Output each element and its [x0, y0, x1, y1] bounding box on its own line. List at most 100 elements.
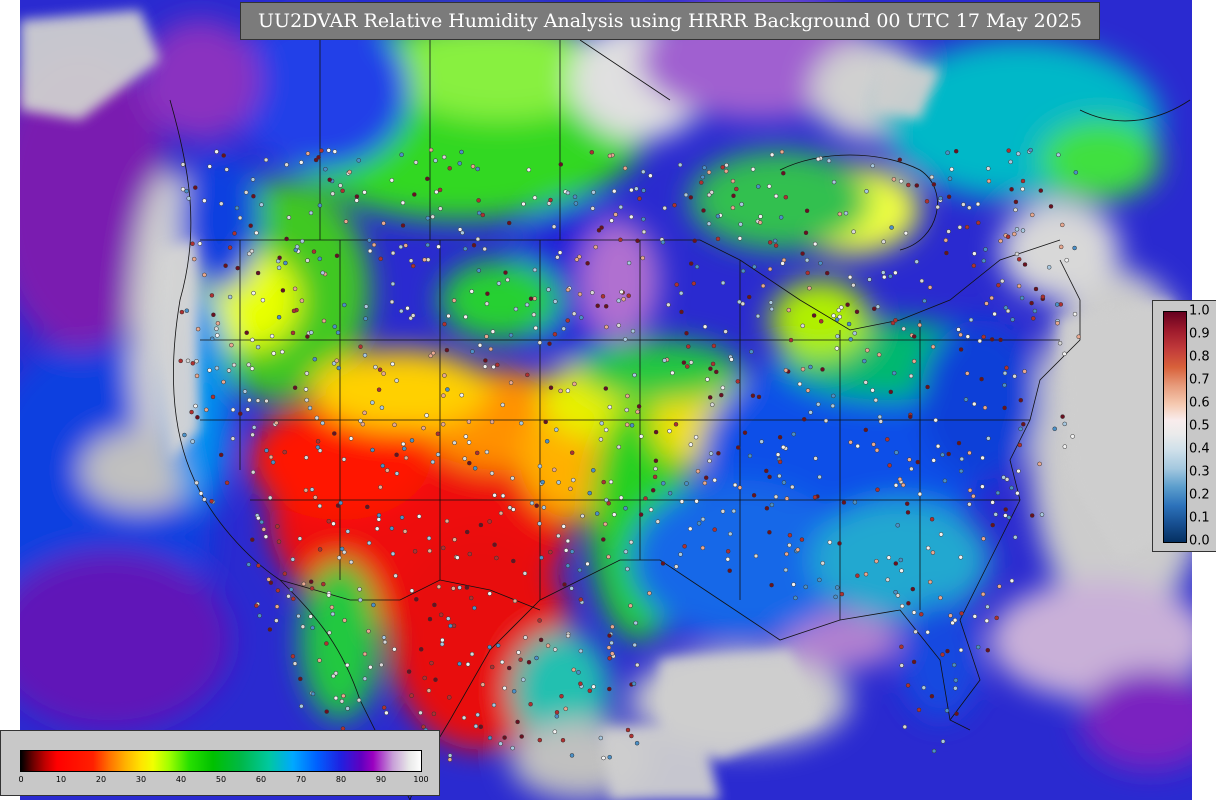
station-tick-label: 0.1	[1189, 510, 1210, 526]
station-dot	[756, 394, 762, 400]
station-dot	[442, 321, 447, 327]
station-dot	[716, 451, 721, 456]
station-dot	[897, 157, 903, 163]
station-dot	[635, 662, 640, 668]
station-dot	[502, 735, 507, 740]
station-dot	[376, 517, 382, 522]
station-dot	[334, 253, 340, 259]
station-dot	[593, 244, 598, 250]
station-dot	[870, 163, 875, 169]
station-dot	[1070, 434, 1075, 439]
station-dot	[226, 368, 232, 373]
station-dot	[445, 387, 450, 392]
station-dot	[899, 644, 904, 650]
station-dot	[251, 193, 256, 199]
station-dot	[492, 542, 497, 547]
station-dot	[679, 499, 685, 504]
station-dot	[250, 337, 255, 343]
station-dot	[348, 559, 354, 565]
station-tick-label: 0.6	[1189, 395, 1210, 411]
station-dot	[231, 362, 237, 368]
station-dot	[317, 256, 323, 262]
station-dot	[609, 640, 614, 646]
station-dot	[1019, 295, 1025, 301]
station-dot	[619, 289, 624, 295]
station-dot	[234, 205, 240, 211]
station-dot	[723, 168, 729, 174]
station-dot	[696, 521, 702, 526]
station-dot	[662, 205, 667, 211]
station-dot	[463, 314, 468, 320]
station-dot	[247, 397, 252, 403]
station-dot	[959, 456, 965, 462]
station-dot	[607, 153, 613, 159]
station-dot	[255, 344, 261, 350]
station-dot	[1005, 234, 1011, 240]
station-dot	[790, 484, 795, 490]
station-dot	[731, 193, 736, 199]
station-dot	[461, 715, 467, 721]
station-dot	[591, 190, 596, 195]
station-dot	[598, 437, 604, 442]
station-dot	[837, 211, 843, 217]
station-dot	[466, 440, 472, 445]
station-dot	[327, 177, 332, 183]
station-dot	[221, 153, 226, 158]
station-dot	[981, 258, 987, 264]
station-dot	[1062, 351, 1067, 357]
station-dot	[957, 225, 963, 230]
station-dot	[831, 393, 836, 399]
station-dot	[502, 685, 507, 691]
station-dot	[606, 554, 611, 560]
station-dot	[471, 242, 477, 248]
station-dot	[312, 356, 318, 362]
station-dot	[197, 241, 203, 246]
station-dot	[985, 604, 990, 610]
station-dot	[899, 603, 905, 609]
station-dot	[362, 676, 368, 681]
station-dot	[211, 312, 216, 318]
station-dot	[702, 165, 707, 170]
humidity-tick-label: 50	[215, 775, 227, 784]
station-dot	[402, 529, 408, 534]
station-dot	[390, 250, 396, 256]
station-dot	[389, 299, 395, 305]
station-dot	[604, 324, 609, 330]
station-dot	[684, 481, 689, 486]
station-dot	[982, 405, 988, 410]
station-dot	[1009, 578, 1015, 584]
station-dot	[1020, 186, 1025, 192]
station-dot	[875, 304, 881, 309]
station-dot	[756, 184, 761, 189]
station-dot	[533, 325, 538, 331]
station-dot	[331, 673, 336, 679]
station-dot	[1029, 300, 1034, 306]
station-dot	[719, 392, 724, 398]
station-dot	[444, 518, 450, 524]
station-dot	[568, 486, 573, 492]
station-dot	[426, 688, 432, 693]
station-dot	[565, 538, 571, 544]
station-dot	[336, 365, 342, 371]
station-dot	[308, 614, 313, 619]
station-dot	[305, 334, 310, 339]
station-dot	[342, 618, 347, 623]
station-dot	[591, 468, 596, 473]
station-dot	[214, 326, 219, 331]
station-dot	[618, 495, 624, 500]
station-dot	[190, 439, 195, 444]
station-dot	[834, 346, 840, 351]
station-dot	[607, 633, 612, 638]
station-dot	[803, 230, 809, 236]
station-dot	[366, 628, 371, 634]
station-dot	[578, 597, 584, 602]
station-dot	[898, 557, 904, 563]
station-dot	[1013, 207, 1018, 213]
station-dot	[959, 611, 964, 616]
station-dot	[326, 148, 331, 153]
station-dot	[330, 191, 335, 196]
station-dot	[257, 613, 262, 618]
station-dot	[625, 393, 630, 399]
station-dot	[537, 521, 542, 526]
humidity-field	[20, 0, 1192, 800]
